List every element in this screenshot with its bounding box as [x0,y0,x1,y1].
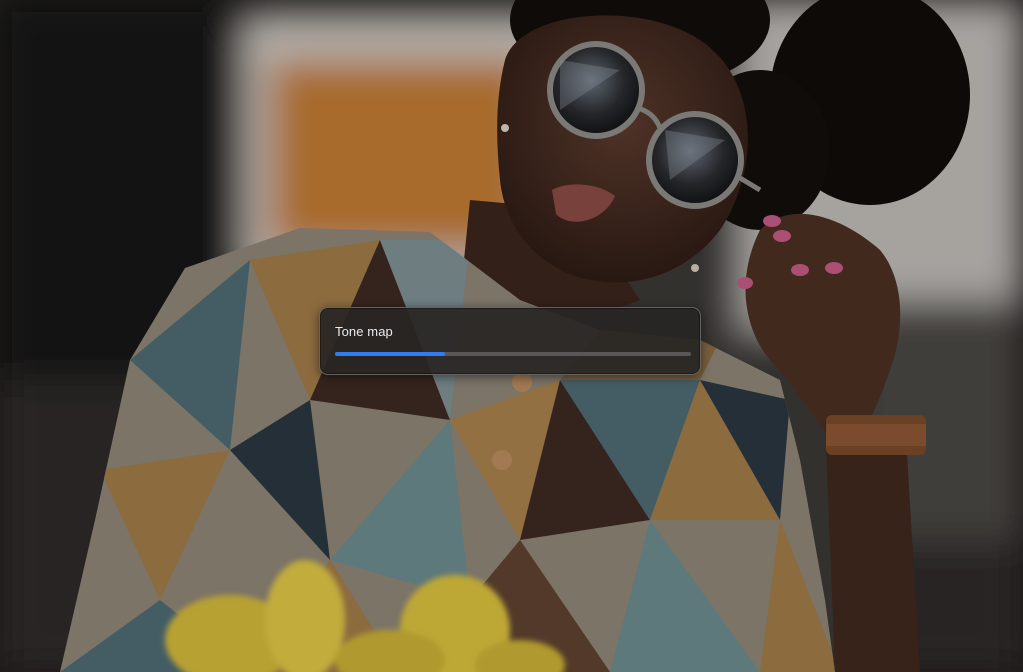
photo-editor-canvas: Tone map [0,0,1023,672]
progress-bar-fill [335,352,446,356]
progress-bar-track [335,352,691,356]
hud-title: Tone map [335,324,393,339]
tone-map-progress-hud: Tone map [319,307,701,375]
